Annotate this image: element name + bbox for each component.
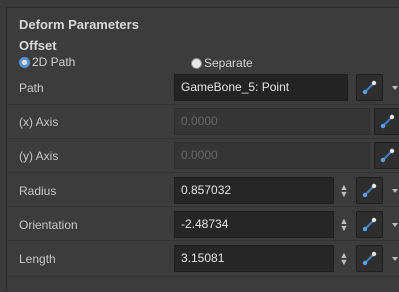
function-link-icon — [362, 217, 377, 232]
function-link-icon — [362, 251, 377, 266]
divider — [7, 240, 399, 241]
radio-separate-label: Separate — [204, 56, 253, 70]
radio-separate[interactable]: Separate — [191, 56, 253, 70]
function-link-icon — [362, 80, 377, 95]
function-link-icon — [362, 183, 377, 198]
x-axis-link-button[interactable] — [374, 108, 399, 135]
x-axis-label: (x) Axis — [19, 115, 59, 129]
path-link-button[interactable] — [356, 74, 383, 101]
length-spin-arrows-icon[interactable]: ▲ ▼ — [337, 245, 351, 272]
radius-field[interactable]: 0.857032 — [174, 177, 334, 204]
length-menu-arrow-icon[interactable] — [392, 257, 398, 261]
offset-label: Offset — [19, 38, 57, 53]
function-link-icon — [380, 114, 395, 129]
orientation-spin-arrows-icon[interactable]: ▲ ▼ — [337, 211, 351, 238]
path-menu-arrow-icon[interactable] — [392, 86, 398, 90]
orientation-link-button[interactable] — [356, 211, 383, 238]
orientation-menu-arrow-icon[interactable] — [392, 223, 398, 227]
path-label: Path — [19, 81, 44, 95]
divider — [7, 276, 399, 277]
radio-unselected-icon — [191, 57, 202, 69]
radio-2d-path-label: 2D Path — [32, 55, 76, 69]
length-field[interactable]: 3.15081 — [174, 245, 334, 272]
y-axis-label: (y) Axis — [19, 149, 59, 163]
y-axis-field[interactable]: 0.0000 — [174, 142, 370, 169]
orientation-field[interactable]: -2.48734 — [174, 211, 334, 238]
divider — [7, 172, 399, 173]
panel-title: Deform Parameters — [19, 17, 139, 32]
orientation-label: Orientation — [19, 218, 78, 232]
radius-label: Radius — [19, 184, 57, 198]
function-link-icon — [380, 148, 395, 163]
radio-selected-icon — [19, 56, 30, 68]
radius-link-button[interactable] — [356, 177, 383, 204]
path-field[interactable]: GameBone_5: Point — [174, 74, 348, 101]
radio-2d-path[interactable]: 2D Path — [19, 55, 75, 69]
radius-spin-arrows-icon[interactable]: ▲ ▼ — [337, 177, 351, 204]
divider — [7, 206, 399, 207]
radius-menu-arrow-icon[interactable] — [392, 189, 398, 193]
length-label: Length — [19, 252, 56, 266]
divider — [7, 138, 399, 139]
deform-parameters-panel: Deform Parameters Offset 2D Path Separat… — [6, 7, 399, 290]
y-axis-link-button[interactable] — [374, 142, 399, 169]
x-axis-field[interactable]: 0.0000 — [174, 108, 370, 135]
length-link-button[interactable] — [356, 245, 383, 272]
divider — [7, 104, 399, 105]
